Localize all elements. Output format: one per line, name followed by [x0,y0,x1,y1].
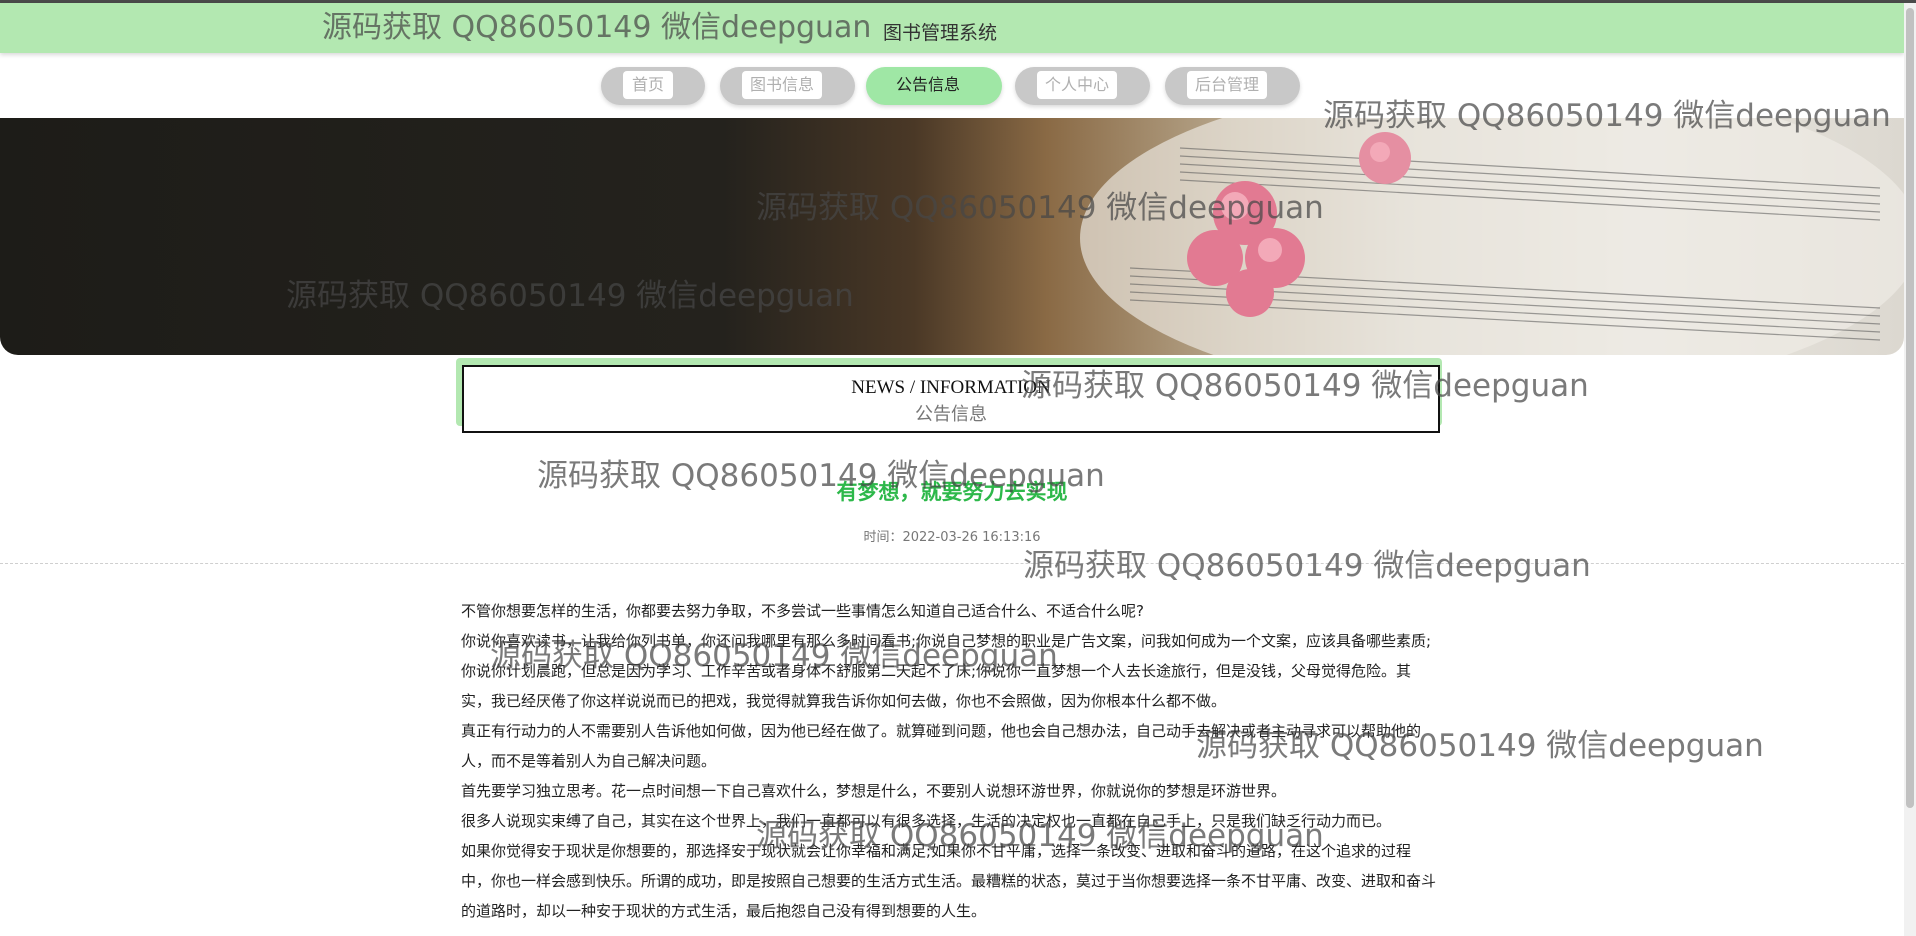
section-title-en: NEWS / INFORMATION [851,377,1051,398]
site-title: 图书管理系统 [882,22,997,44]
article-paragraph: 不管你想要怎样的生活，你都要去努力争取，不多尝试一些事情怎么知道自己适合什么、不… [461,602,1144,620]
nav-item-label: 个人中心 [1037,71,1117,99]
page-scrollbar[interactable] [1904,3,1916,936]
site-header: 图书管理系统 [0,3,1904,53]
article-paragraph: 首先要学习独立思考。花一点时间想一下自己喜欢什么，梦想是什么，不要别人说想环游世… [461,782,1287,800]
section-header: NEWS / INFORMATION 公告信息 [456,358,1442,436]
article-paragraph: 你说你喜欢读书，让我给你列书单，你还问我哪里有那么多时间看书;你说自己梦想的职业… [461,632,1432,710]
article-body: 不管你想要怎样的生活，你都要去努力争取，不多尝试一些事情怎么知道自己适合什么、不… [461,596,1441,926]
section-frame: NEWS / INFORMATION 公告信息 [462,365,1440,433]
section-title-zh: 公告信息 [915,404,987,424]
banner-image [1080,118,1904,355]
nav-item-admin[interactable]: 后台管理 [1165,67,1300,105]
nav-item-profile[interactable]: 个人中心 [1015,67,1150,105]
article-time: 时间：2022-03-26 16:13:16 [863,530,1041,545]
nav-item-label: 公告信息 [895,75,960,94]
article-paragraph: 真正有行动力的人不需要别人告诉他如何做，因为他已经在做了。就算碰到问题，他也会自… [461,722,1422,770]
divider [0,563,1904,564]
article-paragraph: 很多人说现实束缚了自己，其实在这个世界上，我们一直都可以有很多选择，生活的决定权… [461,812,1392,830]
nav-item-label: 后台管理 [1187,71,1267,99]
nav-item-label: 首页 [623,71,673,99]
hero-banner [0,118,1904,355]
scrollbar-thumb[interactable] [1906,8,1914,808]
nav-item-announcements[interactable]: 公告信息 [866,67,1002,105]
nav-item-label: 图书信息 [742,71,822,99]
article-paragraph: 如果你觉得安于现状是你想要的，那选择安于现状就会让你幸福和满足;如果你不甘平庸，… [461,842,1437,920]
article-title: 有梦想，就要努力去实现 [836,480,1068,504]
nav-item-books[interactable]: 图书信息 [720,67,855,105]
nav-item-home[interactable]: 首页 [601,67,705,105]
